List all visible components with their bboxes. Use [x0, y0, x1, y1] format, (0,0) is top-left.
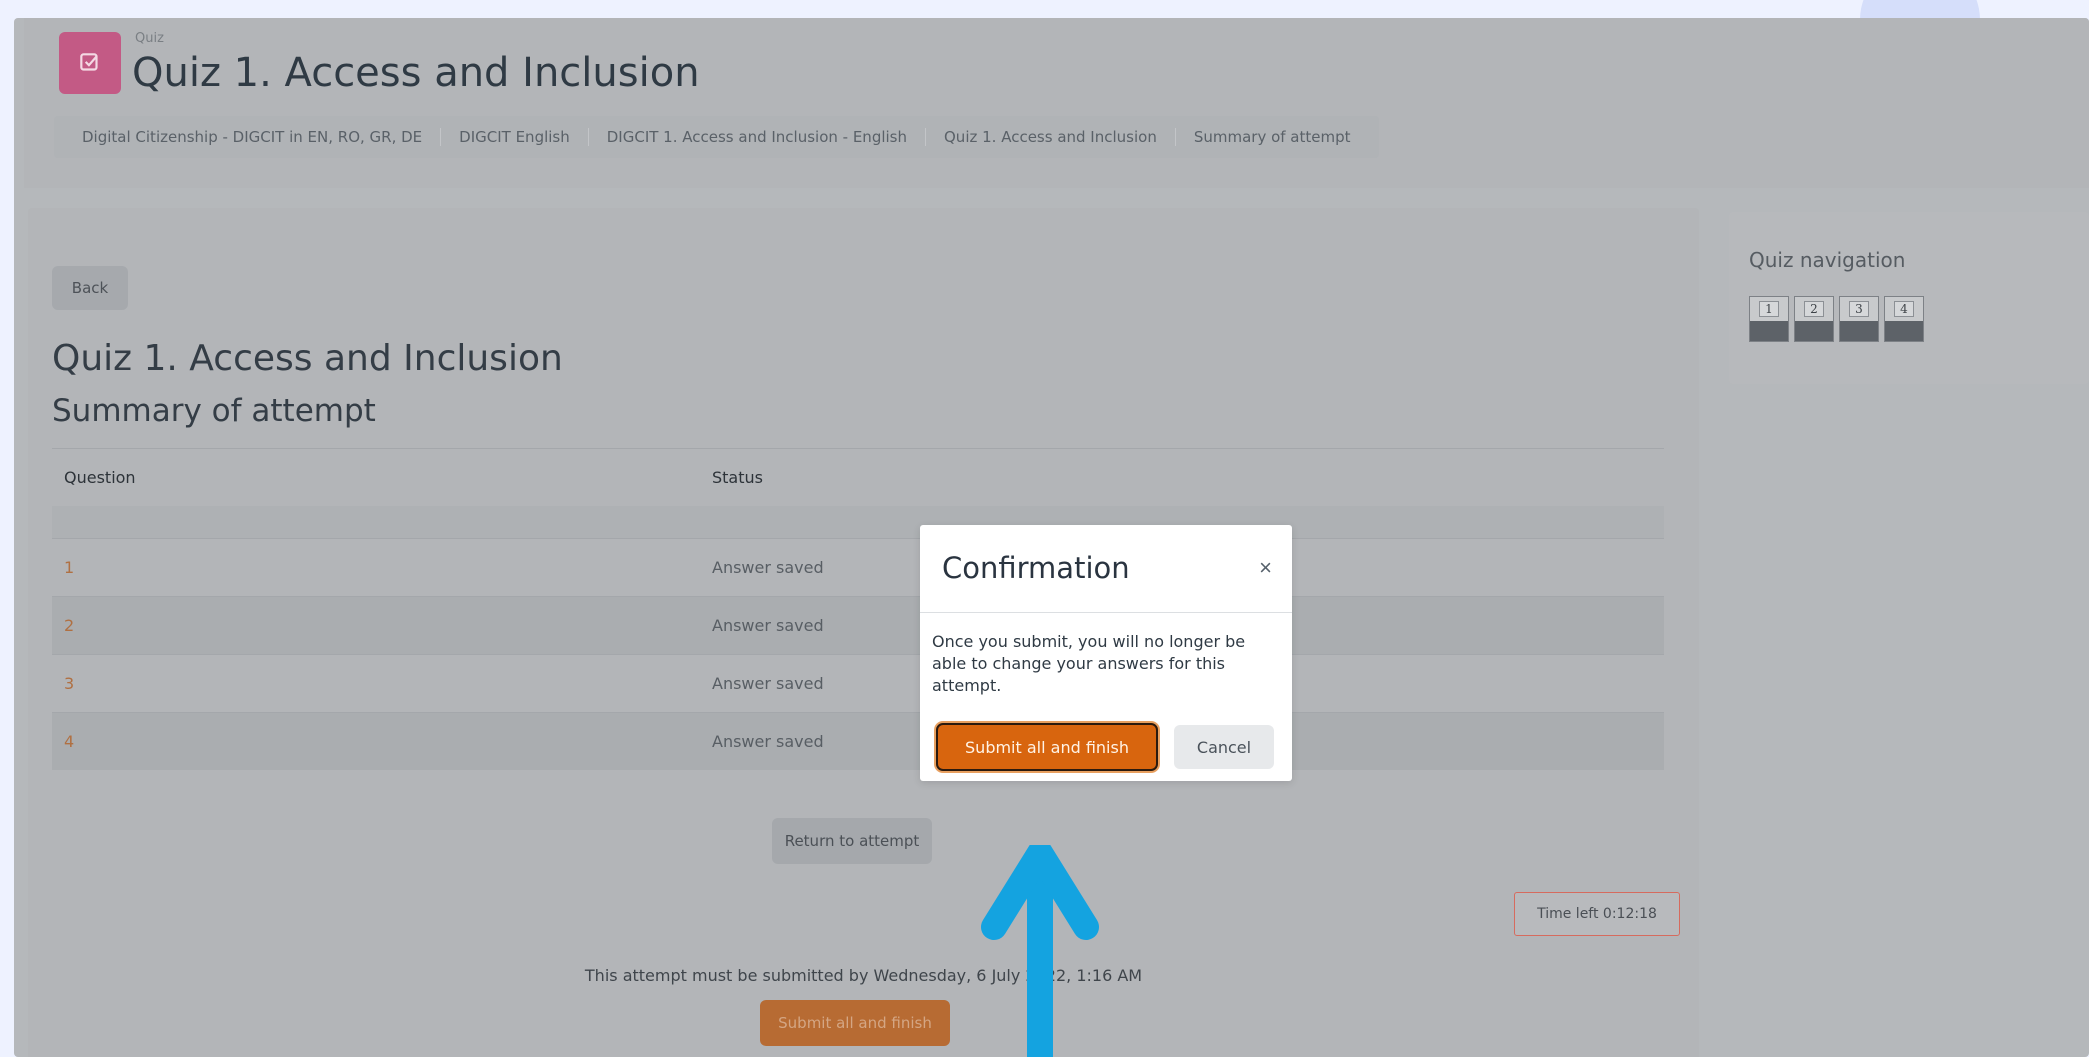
column-header-status: Status — [712, 468, 763, 487]
breadcrumb-item-course[interactable]: Digital Citizenship - DIGCIT in EN, RO, … — [64, 128, 442, 146]
answered-indicator — [1750, 321, 1788, 341]
nav-question-button[interactable]: 2 — [1794, 296, 1834, 342]
confirmation-dialog: Confirmation × Once you submit, you will… — [920, 525, 1292, 781]
breadcrumb-item-quiz[interactable]: Quiz 1. Access and Inclusion — [926, 128, 1176, 146]
back-button[interactable]: Back — [52, 266, 128, 310]
quiz-icon — [59, 32, 121, 94]
breadcrumb-item-summary: Summary of attempt — [1193, 128, 1351, 146]
table-row: 4 Answer saved — [52, 712, 1664, 770]
question-status: Answer saved — [712, 616, 824, 635]
arrow-up-icon — [981, 845, 1099, 1057]
close-icon[interactable]: × — [1259, 557, 1272, 579]
table-spacer — [52, 506, 1664, 538]
dialog-title: Confirmation — [942, 551, 1130, 585]
question-status: Answer saved — [712, 674, 824, 693]
dialog-header: Confirmation × — [920, 525, 1292, 613]
question-link[interactable]: 1 — [52, 558, 712, 577]
return-to-attempt-button[interactable]: Return to attempt — [772, 818, 932, 864]
nav-question-button[interactable]: 3 — [1839, 296, 1879, 342]
question-status: Answer saved — [712, 732, 824, 751]
time-left-timer: Time left 0:12:18 — [1514, 892, 1680, 936]
main-content: Back Quiz 1. Access and Inclusion Summar… — [28, 208, 1699, 1057]
table-header: Question Status — [52, 448, 1664, 506]
question-status: Answer saved — [712, 558, 824, 577]
question-link[interactable]: 3 — [52, 674, 712, 693]
breadcrumb-item-topic[interactable]: DIGCIT 1. Access and Inclusion - English — [589, 128, 926, 146]
table-row: 2 Answer saved — [52, 596, 1664, 654]
nav-question-number: 3 — [1849, 301, 1869, 317]
nav-question-number: 2 — [1804, 301, 1824, 317]
module-label: Quiz — [135, 31, 164, 46]
quiz-title: Quiz 1. Access and Inclusion — [52, 338, 563, 379]
quiz-navigation-grid: 1 2 3 4 — [1749, 296, 1924, 342]
page-header: Quiz Quiz 1. Access and Inclusion Digita… — [24, 18, 2089, 188]
nav-question-button[interactable]: 4 — [1884, 296, 1924, 342]
breadcrumb: Digital Citizenship - DIGCIT in EN, RO, … — [54, 116, 1379, 158]
nav-question-number: 4 — [1894, 301, 1914, 317]
question-link[interactable]: 4 — [52, 732, 712, 751]
page-title: Quiz 1. Access and Inclusion — [132, 50, 700, 96]
quiz-navigation-title: Quiz navigation — [1749, 248, 1906, 272]
table-row: 3 Answer saved — [52, 654, 1664, 712]
breadcrumb-item-section[interactable]: DIGCIT English — [441, 128, 589, 146]
summary-title: Summary of attempt — [52, 393, 376, 429]
nav-question-number: 1 — [1759, 301, 1779, 317]
quiz-navigation: Quiz navigation 1 2 3 4 — [1729, 212, 2089, 384]
deadline-text: This attempt must be submitted by Wednes… — [584, 966, 1143, 985]
submit-all-button[interactable]: Submit all and finish — [760, 1000, 950, 1046]
confirm-submit-button[interactable]: Submit all and finish — [936, 723, 1158, 771]
table-row: 1 Answer saved — [52, 538, 1664, 596]
dialog-message: Once you submit, you will no longer be a… — [932, 632, 1246, 695]
answered-indicator — [1885, 321, 1923, 341]
answered-indicator — [1795, 321, 1833, 341]
nav-question-button[interactable]: 1 — [1749, 296, 1789, 342]
answered-indicator — [1840, 321, 1878, 341]
question-link[interactable]: 2 — [52, 616, 712, 635]
column-header-question: Question — [64, 468, 136, 487]
summary-table: Question Status 1 Answer saved 2 Answer … — [52, 448, 1664, 770]
cancel-button[interactable]: Cancel — [1174, 725, 1274, 769]
